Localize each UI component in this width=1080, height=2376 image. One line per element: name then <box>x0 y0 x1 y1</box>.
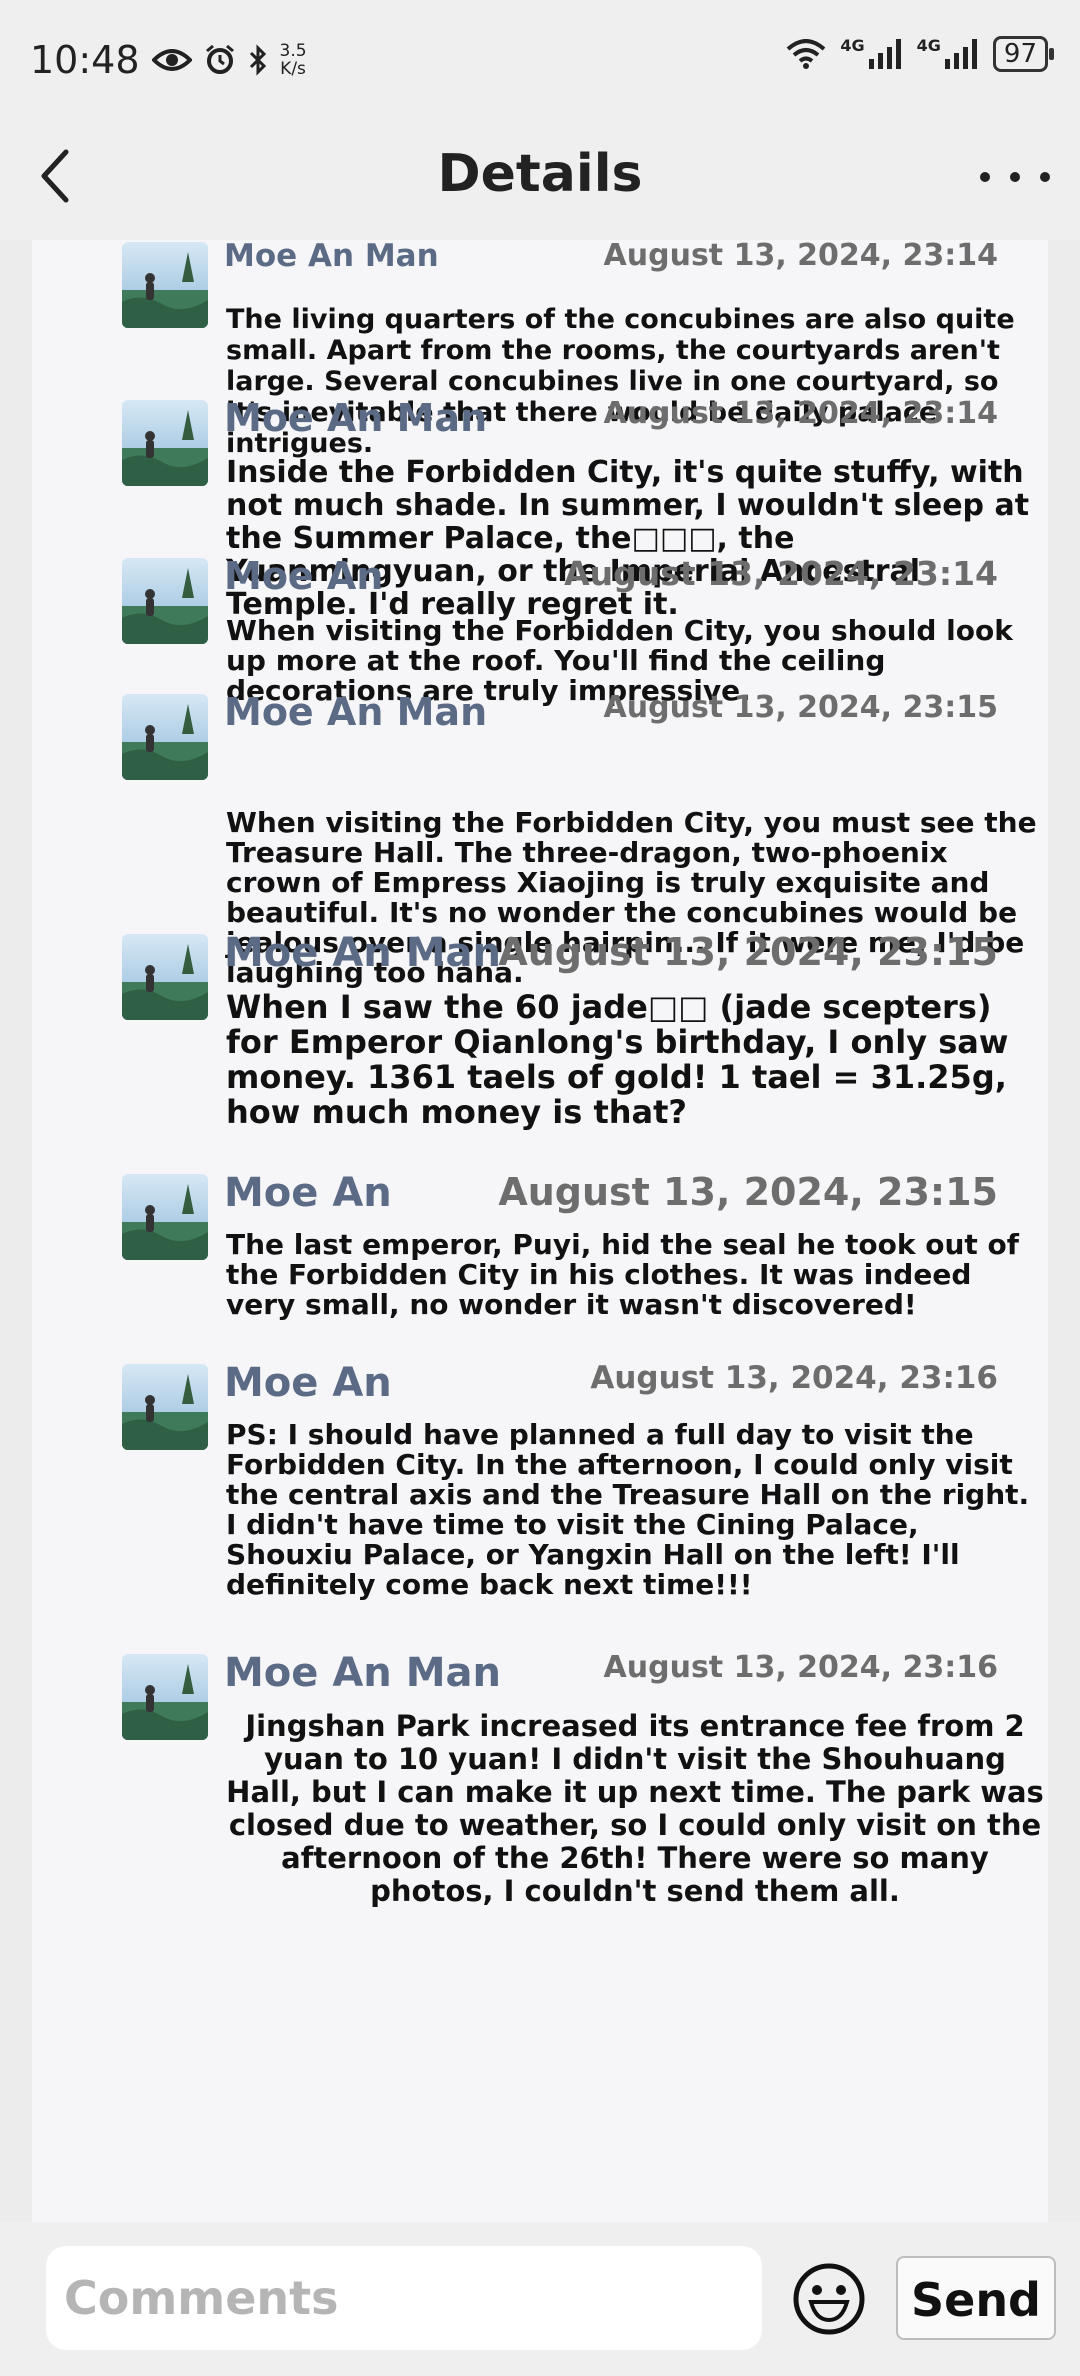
alarm-icon <box>205 44 234 74</box>
comment-timestamp: August 13, 2024, 23:15 <box>498 930 998 974</box>
status-bar: 10:48 3.5 K/s 4G 4G 97 <box>0 0 1080 118</box>
comment-author[interactable]: Moe An <box>224 1170 392 1216</box>
avatar[interactable] <box>122 1654 208 1740</box>
status-left: 10:48 3.5 K/s <box>30 38 307 82</box>
page-title: Details <box>437 144 643 204</box>
comment-timestamp: August 13, 2024, 23:16 <box>590 1360 998 1396</box>
speed-value: 3.5 <box>279 41 307 61</box>
comment-author[interactable]: Moe An Man <box>224 240 439 274</box>
app-bar: Details <box>0 118 1080 240</box>
comment-author[interactable]: Moe An <box>224 1360 392 1406</box>
avatar[interactable] <box>122 694 208 780</box>
wifi-icon <box>787 39 826 69</box>
signal-icon <box>868 39 901 69</box>
battery-icon: 97 <box>992 36 1055 72</box>
comment-timestamp: August 13, 2024, 23:14 <box>603 396 998 431</box>
comment-text: PS: I should have planned a full day to … <box>226 1418 1030 1601</box>
comment-text: Jingshan Park increased its entrance fee… <box>226 1709 1044 1908</box>
network-speed: 3.5 K/s <box>280 42 307 78</box>
status-right: 4G 4G 97 <box>786 35 1055 72</box>
network-type-1: 4G <box>840 35 865 55</box>
comment-author[interactable]: Moe An Man <box>224 690 487 734</box>
avatar[interactable] <box>122 1364 208 1450</box>
comment-author[interactable]: Moe An <box>224 554 383 598</box>
comment-author[interactable]: Moe An Man <box>224 396 487 440</box>
eye-icon <box>151 49 192 71</box>
emoji-icon[interactable] <box>792 2262 866 2336</box>
comment-input[interactable]: Comments <box>46 2246 762 2350</box>
comment-bar: Comments Send <box>0 2222 1080 2376</box>
avatar[interactable] <box>122 558 208 644</box>
speed-unit: K/s <box>280 59 306 79</box>
avatar[interactable] <box>122 934 208 1020</box>
bluetooth-icon <box>249 44 266 76</box>
comment-timestamp: August 13, 2024, 23:16 <box>603 1650 998 1685</box>
comment-text: When I saw the 60 jade□□ (jade scepters)… <box>226 988 1009 1131</box>
comments-list[interactable]: Moe An Man August 13, 2024, 23:14 The li… <box>32 240 1048 2222</box>
comment-text: The last emperor, Puyi, hid the seal he … <box>226 1228 1019 1321</box>
comment-author[interactable]: Moe An Man <box>224 930 501 976</box>
avatar[interactable] <box>122 242 208 328</box>
avatar[interactable] <box>122 400 208 486</box>
signal-icon-2 <box>944 39 977 69</box>
comment-author[interactable]: Moe An Man <box>224 1650 501 1696</box>
battery-level: 97 <box>1003 39 1037 69</box>
status-time: 10:48 <box>30 38 140 82</box>
comment-timestamp: August 13, 2024, 23:15 <box>603 690 998 725</box>
more-options-icon[interactable] <box>980 152 1050 202</box>
avatar[interactable] <box>122 1174 208 1260</box>
network-type-2: 4G <box>916 35 941 55</box>
comment-timestamp: August 13, 2024, 23:14 <box>603 240 998 273</box>
comment-timestamp: August 13, 2024, 23:15 <box>498 1170 998 1214</box>
send-button[interactable]: Send <box>896 2256 1056 2340</box>
comment-timestamp: August 13, 2024, 23:14 <box>564 554 998 593</box>
